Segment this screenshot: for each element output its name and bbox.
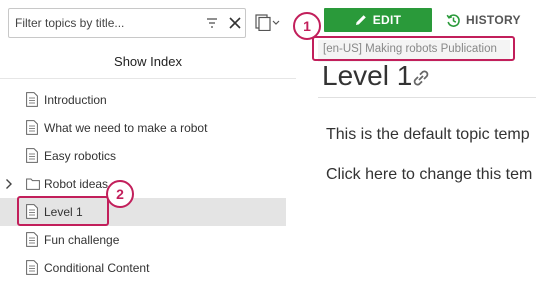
tree-item-fun-challenge[interactable]: Fun challenge (0, 226, 286, 254)
document-icon (26, 260, 38, 275)
document-icon (26, 92, 38, 107)
show-index-link[interactable]: Show Index (0, 54, 296, 69)
body-paragraph: This is the default topic temp (326, 126, 530, 143)
edit-button-label: EDIT (372, 13, 402, 27)
folder-icon (26, 178, 40, 190)
tree-item-label: Robot ideas (44, 177, 109, 191)
tree-item-what-we-need[interactable]: What we need to make a robot (0, 114, 286, 142)
callout-badge-2: 2 (106, 180, 134, 208)
chevron-right-icon[interactable] (5, 178, 13, 190)
clear-icon[interactable] (227, 15, 243, 31)
history-button-label: HISTORY (466, 13, 521, 27)
copy-dropdown-icon[interactable] (255, 13, 281, 31)
tree-item-robot-ideas[interactable]: Robot ideas (0, 170, 286, 198)
callout-highlight-level-1 (17, 196, 109, 226)
filter-box (8, 8, 246, 38)
divider (318, 97, 536, 98)
tree-item-conditional-content[interactable]: Conditional Content (0, 254, 286, 282)
pencil-icon (355, 15, 366, 25)
document-icon (26, 120, 38, 135)
tree-item-introduction[interactable]: Introduction (0, 86, 286, 114)
filter-icon[interactable] (205, 15, 219, 31)
edit-button[interactable]: EDIT (324, 8, 432, 32)
tree-item-easy-robotics[interactable]: Easy robotics (0, 142, 286, 170)
tree-item-label: Fun challenge (44, 233, 120, 247)
history-button[interactable]: HISTORY (446, 8, 521, 32)
tree-item-label: What we need to make a robot (44, 121, 208, 135)
callout-highlight-publication (312, 36, 515, 61)
page-title: Level 1 (322, 60, 413, 91)
tree-item-label: Easy robotics (44, 149, 117, 163)
tree-item-label: Conditional Content (44, 261, 150, 275)
callout-badge-1: 1 (293, 12, 321, 40)
divider (0, 78, 296, 79)
history-icon (446, 13, 460, 27)
tree-item-label: Introduction (44, 93, 107, 107)
document-icon (26, 148, 38, 163)
body-paragraph[interactable]: Click here to change this tem (326, 166, 532, 184)
document-icon (26, 232, 38, 247)
filter-input[interactable] (15, 9, 195, 37)
link-icon[interactable] (410, 68, 432, 88)
